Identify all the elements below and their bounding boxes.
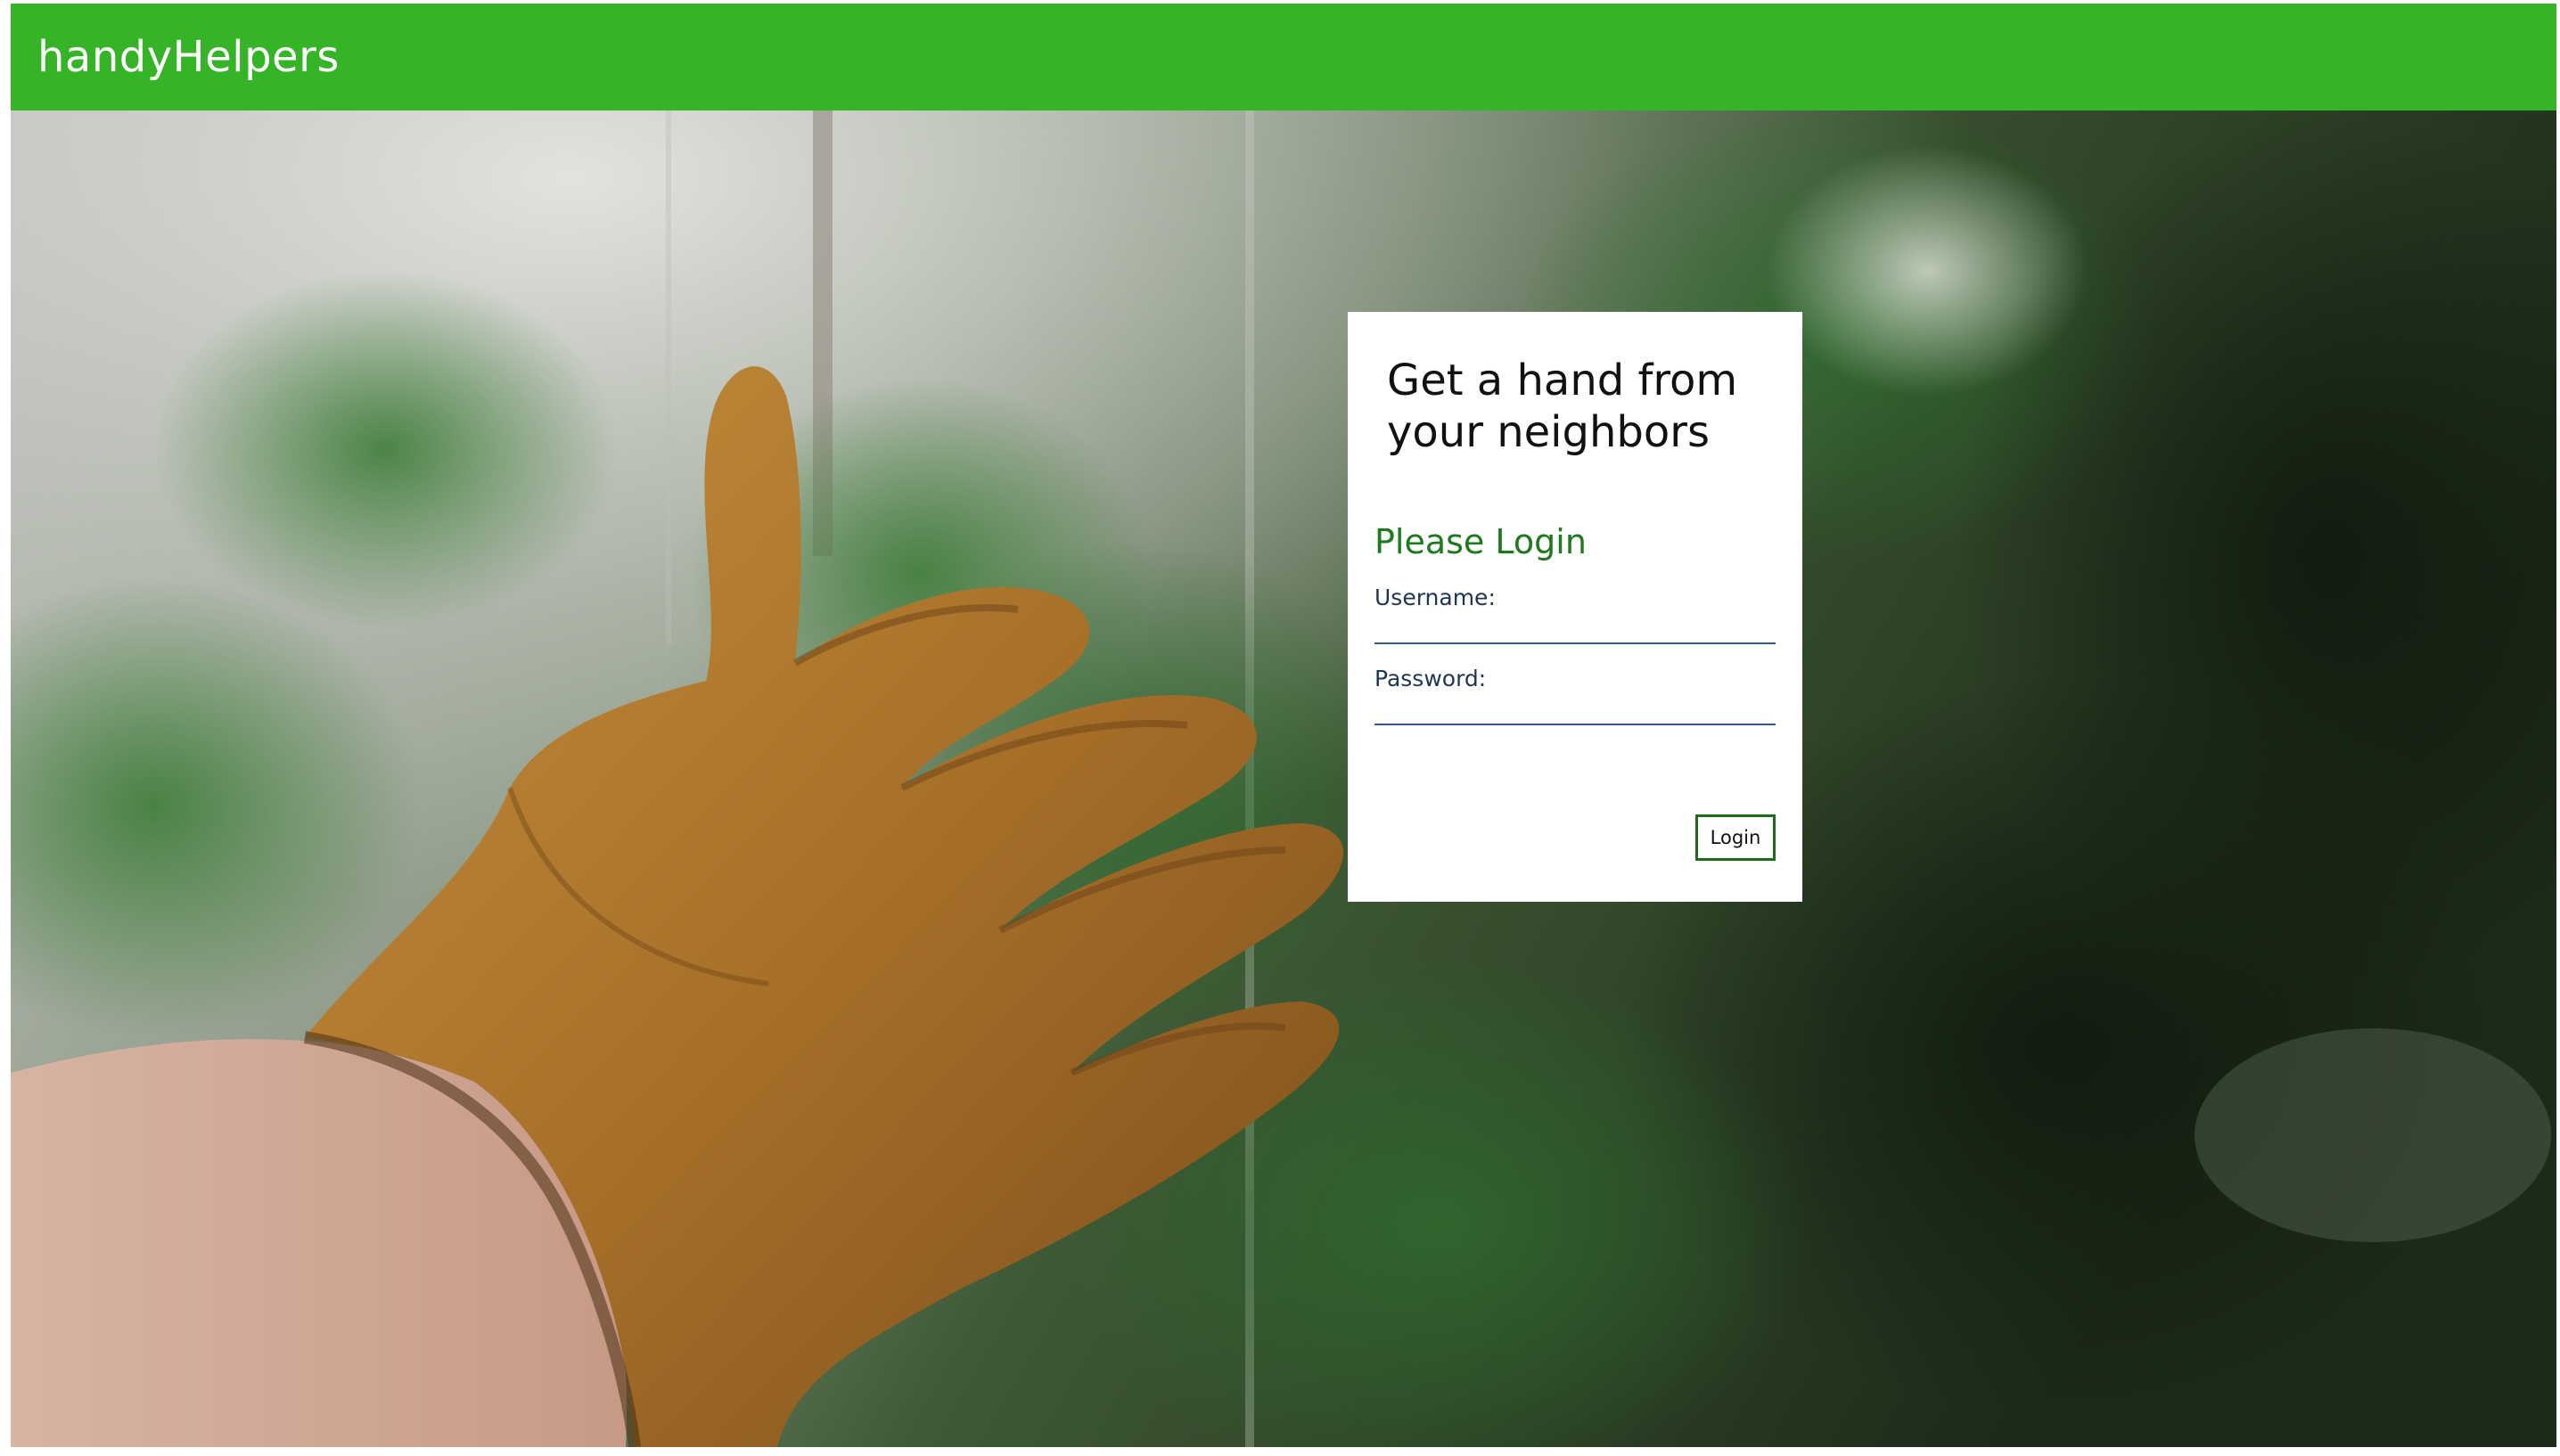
brand-logo-text[interactable]: handyHelpers: [37, 32, 340, 82]
forest-hand-photo: [11, 110, 2556, 1447]
navbar: handyHelpers: [11, 4, 2556, 110]
tagline-heading: Get a hand from your neighbors: [1387, 356, 1738, 457]
hero-background-image: [11, 110, 2556, 1447]
login-button[interactable]: Login: [1695, 814, 1776, 861]
username-input[interactable]: [1374, 610, 1776, 644]
login-title: Please Login: [1374, 522, 1587, 561]
page: handyHelpers Get a hand from your neighb…: [11, 4, 2556, 1447]
login-card: Get a hand from your neighbors Please Lo…: [1348, 312, 1802, 902]
password-input[interactable]: [1374, 691, 1776, 725]
username-label: Username:: [1374, 585, 1496, 610]
password-label: Password:: [1374, 666, 1487, 691]
